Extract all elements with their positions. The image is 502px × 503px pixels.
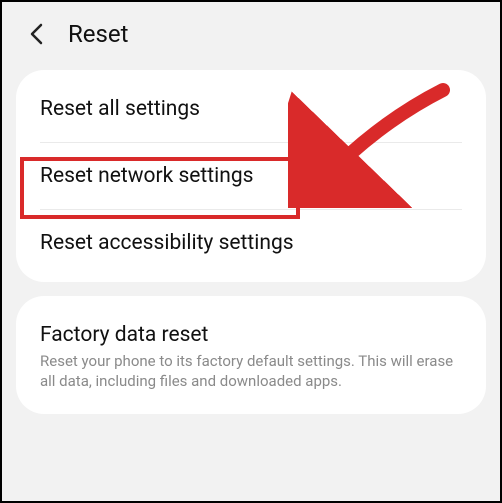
back-button[interactable] xyxy=(22,20,50,48)
chevron-left-icon xyxy=(29,23,43,45)
page-title: Reset xyxy=(68,20,128,48)
reset-network-settings[interactable]: Reset network settings xyxy=(16,143,486,209)
list-item-title: Factory data reset xyxy=(40,323,462,347)
list-item-title: Reset network settings xyxy=(40,164,462,188)
factory-reset-card: Factory data reset Reset your phone to i… xyxy=(16,296,486,414)
reset-all-settings[interactable]: Reset all settings xyxy=(16,76,486,142)
reset-accessibility-settings[interactable]: Reset accessibility settings xyxy=(16,210,486,276)
reset-options-card: Reset all settings Reset network setting… xyxy=(16,70,486,282)
list-item-subtitle: Reset your phone to its factory default … xyxy=(40,351,462,392)
list-item-title: Reset accessibility settings xyxy=(40,231,462,255)
list-item-title: Reset all settings xyxy=(40,97,462,121)
header: Reset xyxy=(2,2,500,60)
factory-data-reset[interactable]: Factory data reset Reset your phone to i… xyxy=(16,302,486,408)
